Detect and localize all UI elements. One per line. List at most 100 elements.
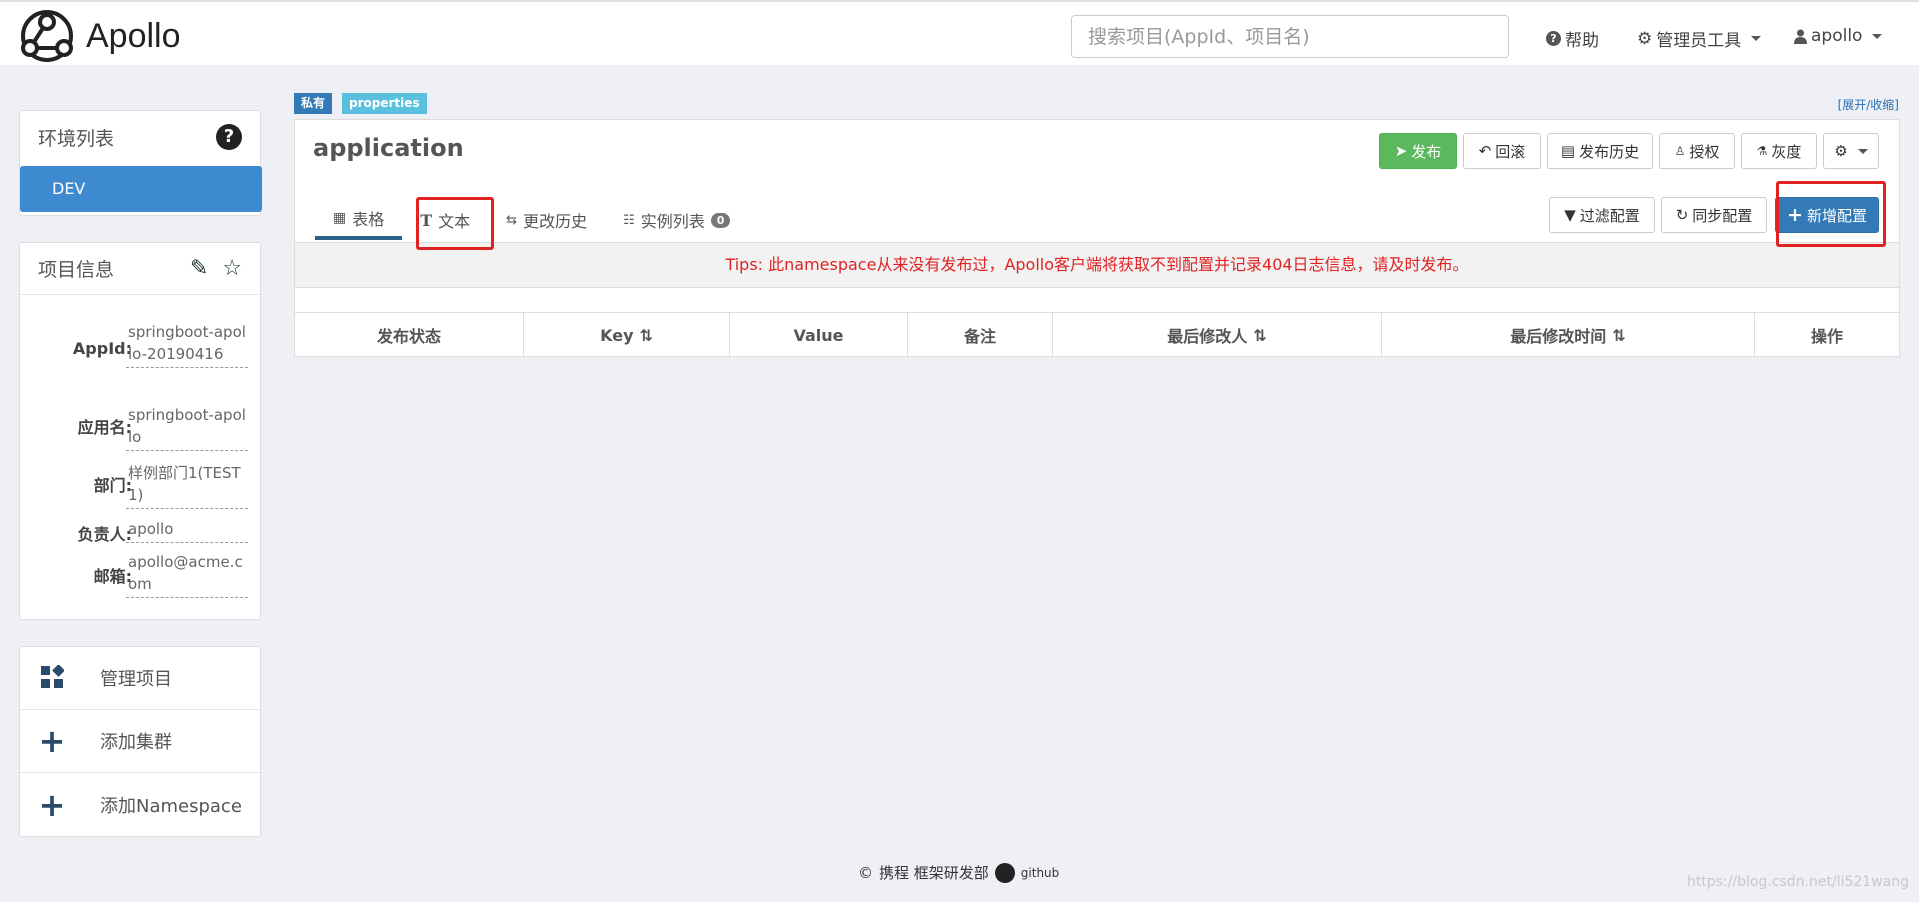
column-header-modifier[interactable]: 最后修改人 ⇅ <box>1053 313 1382 357</box>
github-icon <box>994 862 1015 883</box>
column-header-status: 发布状态 <box>295 313 524 357</box>
tab-label: 表格 <box>352 210 385 229</box>
footer: © 携程 框架研发部 github <box>858 862 1059 883</box>
column-header-comment: 备注 <box>908 313 1053 357</box>
admin-tools-dropdown[interactable]: ⚙ 管理员工具 <box>1637 26 1762 51</box>
instance-count-badge: 0 <box>710 212 731 228</box>
apollo-logo-icon <box>21 10 73 62</box>
info-label: 应用名: <box>77 418 132 437</box>
edit-icon[interactable]: ✎ <box>190 256 208 281</box>
sync-label: 同步配置 <box>1692 206 1753 225</box>
tab-change-history[interactable]: ⇆ 更改历史 <box>488 200 605 240</box>
settings-dropdown-button[interactable]: ⚙ <box>1823 133 1879 169</box>
transfer-icon: ⇆ <box>506 212 518 228</box>
watermark: https://blog.csdn.net/li521wang <box>1686 874 1909 890</box>
publish-history-button[interactable]: ▤ 发布历史 <box>1547 133 1653 169</box>
add-namespace-link[interactable]: + 添加Namespace <box>20 773 260 836</box>
help-label: 帮助 <box>1565 31 1599 51</box>
footer-company: 携程 框架研发部 <box>879 864 989 882</box>
user-icon: ♙ <box>1674 144 1686 158</box>
undo-icon: ↶ <box>1478 142 1492 160</box>
info-value-owner: apollo <box>126 518 248 543</box>
private-tag: 私有 <box>294 93 333 114</box>
question-icon[interactable]: ? <box>216 124 242 150</box>
project-info-panel: 项目信息 ✎ ☆ AppId: springboot-apollo-201904… <box>19 242 261 620</box>
grant-label: 授权 <box>1689 142 1720 161</box>
annotation-box-text-tab <box>416 197 494 250</box>
env-list-panel: 环境列表 ? DEV <box>19 110 262 216</box>
column-header-operations: 操作 <box>1755 313 1899 357</box>
project-info-header: 项目信息 ✎ ☆ <box>20 243 260 295</box>
config-table-header: 发布状态 Key ⇅ Value 备注 最后修改人 ⇅ 最后修改时间 ⇅ 操作 <box>295 312 1899 357</box>
column-label: 最后修改时间 <box>1510 327 1607 346</box>
star-icon[interactable]: ☆ <box>222 256 242 281</box>
tab-table[interactable]: ▦ 表格 <box>315 200 403 240</box>
filter-icon: ▼ <box>1564 206 1576 224</box>
action-label: 管理项目 <box>100 669 172 690</box>
tab-instances[interactable]: ☷ 实例列表 0 <box>605 200 748 240</box>
unpublished-tips: Tips: 此namespace从来没有发布过，Apollo客户端将获取不到配置… <box>295 242 1899 288</box>
rollback-label: 回滚 <box>1495 142 1526 161</box>
caret-down-icon <box>1872 33 1883 39</box>
gray-release-button[interactable]: ⚗ 灰度 <box>1741 133 1817 169</box>
project-info-title: 项目信息 <box>38 259 115 281</box>
tab-label: 实例列表 <box>640 212 705 231</box>
expand-collapse-link[interactable]: [展开/收缩] <box>1838 96 1899 113</box>
search-input[interactable] <box>1071 15 1509 58</box>
column-label: 备注 <box>963 327 996 346</box>
info-label: 负责人: <box>77 525 132 544</box>
column-header-key[interactable]: Key ⇅ <box>524 313 730 357</box>
filter-label: 过滤配置 <box>1579 206 1640 225</box>
publish-label: 发布 <box>1411 142 1442 161</box>
calendar-icon: ▤ <box>1560 142 1576 160</box>
properties-tag: properties <box>342 93 427 114</box>
project-actions-panel: 管理项目 + 添加集群 + 添加Namespace <box>19 646 261 837</box>
column-label: Value <box>793 325 844 345</box>
info-label: AppId: <box>72 339 132 358</box>
copyright-icon: © <box>858 863 873 882</box>
annotation-box-add-config <box>1776 181 1886 247</box>
gray-label: 灰度 <box>1771 142 1802 161</box>
sort-icon: ⇅ <box>1612 325 1626 345</box>
sort-icon: ⇅ <box>639 325 653 345</box>
column-label: 发布状态 <box>376 327 441 346</box>
rollback-button[interactable]: ↶ 回滚 <box>1463 133 1541 169</box>
table-icon: ▦ <box>333 210 347 226</box>
column-label: 最后修改人 <box>1167 327 1248 346</box>
caret-down-icon <box>1857 148 1868 154</box>
app-name: Apollo <box>86 16 181 55</box>
caret-down-icon <box>1751 36 1762 41</box>
add-cluster-link[interactable]: + 添加集群 <box>20 710 260 773</box>
help-link[interactable]: ? 帮助 <box>1546 26 1599 51</box>
grant-button[interactable]: ♙ 授权 <box>1659 133 1735 169</box>
sort-icon: ⇅ <box>1253 325 1267 345</box>
tab-label: 更改历史 <box>523 212 588 231</box>
publish-button[interactable]: ➤ 发布 <box>1379 133 1457 169</box>
user-name: apollo <box>1811 26 1863 46</box>
history-label: 发布历史 <box>1579 142 1640 161</box>
refresh-icon: ↻ <box>1675 206 1689 224</box>
action-label: 添加集群 <box>100 732 172 753</box>
column-label: 操作 <box>1810 327 1843 346</box>
user-icon <box>1794 29 1807 44</box>
info-value-dept: 样例部门1(TEST1) <box>126 462 248 509</box>
column-header-modified-time[interactable]: 最后修改时间 ⇅ <box>1382 313 1755 357</box>
column-label: Key <box>600 325 634 345</box>
grid-icon <box>32 659 72 697</box>
user-dropdown[interactable]: apollo <box>1794 26 1883 46</box>
question-circle-icon: ? <box>1546 31 1561 46</box>
filter-config-button[interactable]: ▼ 过滤配置 <box>1549 197 1655 233</box>
manage-project-link[interactable]: 管理项目 <box>20 647 260 710</box>
send-icon: ➤ <box>1394 142 1408 160</box>
info-value-email: apollo@acme.com <box>126 551 248 598</box>
list-icon: ☷ <box>623 212 635 228</box>
namespace-panel: application ➤ 发布 ↶ 回滚 ▤ 发布历史 ♙ 授权 ⚗ 灰度 ⚙… <box>294 119 1900 357</box>
env-list-title: 环境列表 <box>38 127 115 150</box>
column-header-value: Value <box>730 313 908 357</box>
github-link[interactable]: github <box>1021 866 1059 880</box>
sync-config-button[interactable]: ↻ 同步配置 <box>1661 197 1767 233</box>
admin-tools-label: 管理员工具 <box>1656 31 1742 51</box>
env-item-dev[interactable]: DEV <box>20 166 262 212</box>
apollo-logo[interactable]: Apollo <box>16 8 181 64</box>
action-label: 添加Namespace <box>100 795 242 817</box>
